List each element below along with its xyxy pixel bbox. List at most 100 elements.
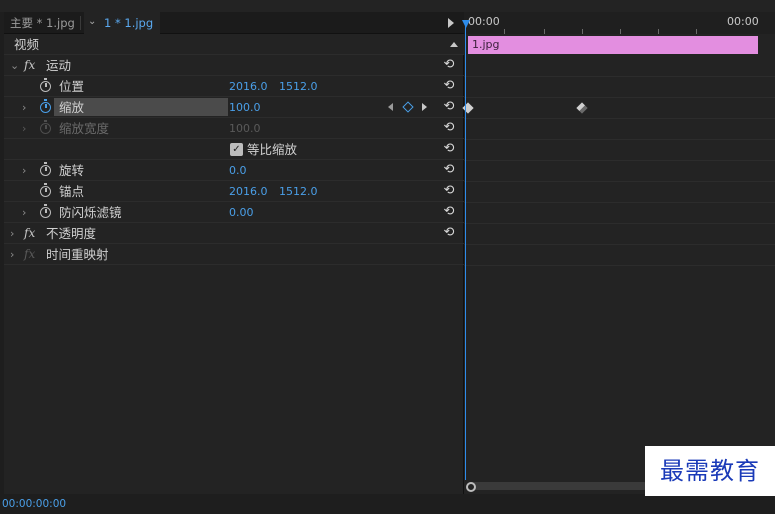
- keyframe-diamond-icon[interactable]: [576, 102, 588, 114]
- reset-icon[interactable]: ⟲: [442, 142, 456, 156]
- watermark: 最需教育: [645, 446, 775, 496]
- stopwatch-icon[interactable]: [40, 78, 51, 92]
- fx-icon[interactable]: fx: [24, 55, 35, 76]
- tab-main-sequence[interactable]: 主要 * 1.jpg: [10, 12, 75, 34]
- effect-row-motion[interactable]: ⌄ fx 运动 ⟲: [4, 55, 464, 76]
- fx-icon[interactable]: fx: [24, 223, 35, 244]
- property-label-rotation: 旋转: [59, 163, 85, 178]
- effect-row-opacity[interactable]: › fx 不透明度 ⟲: [4, 223, 464, 244]
- window-top-strip: [0, 0, 775, 12]
- stopwatch-icon[interactable]: [40, 204, 51, 218]
- stopwatch-icon: [40, 120, 51, 134]
- previous-keyframe-icon[interactable]: [388, 103, 393, 111]
- ruler-tick: [620, 29, 621, 34]
- lane-divider: [464, 202, 775, 203]
- add-keyframe-icon[interactable]: [402, 101, 414, 113]
- effect-label-time-remap: 时间重映射: [46, 247, 109, 262]
- property-row-rotation: › 旋转 0.0 ⟲: [4, 160, 464, 181]
- stopwatch-icon[interactable]: [40, 183, 51, 197]
- lane-divider: [464, 223, 775, 224]
- fx-icon: fx: [24, 247, 36, 261]
- panel-tabbar: 主要 * 1.jpg ⌄ 1 * 1.jpg: [4, 12, 464, 34]
- position-x-value[interactable]: 2016.0: [229, 76, 268, 97]
- anchor-y-value[interactable]: 1512.0: [279, 181, 318, 202]
- reset-icon[interactable]: ⟲: [442, 58, 456, 72]
- chevron-right-icon: ›: [22, 122, 27, 135]
- property-row-scale-width: › 缩放宽度 100.0 ⟲: [4, 118, 464, 139]
- ruler-tick: [582, 29, 583, 34]
- ruler-end-label: 00:00: [727, 15, 759, 28]
- property-label-scale-width: 缩放宽度: [59, 121, 110, 136]
- property-row-uniform-scale: ✓ 等比缩放 ⟲: [4, 139, 464, 160]
- property-row-position: 位置 2016.0 1512.0 ⟲: [4, 76, 464, 97]
- play-only-clip-button[interactable]: [448, 18, 454, 28]
- next-keyframe-icon[interactable]: [422, 103, 427, 111]
- effect-timeline[interactable]: 00:00 00:00 1.jpg: [462, 12, 775, 494]
- flicker-value[interactable]: 0.00: [229, 202, 254, 223]
- time-ruler[interactable]: 00:00 00:00: [464, 12, 775, 34]
- timeline-zoom-scrollbar[interactable]: [468, 482, 648, 490]
- stopwatch-icon[interactable]: [40, 99, 51, 113]
- ruler-tick: [544, 29, 545, 34]
- video-section-header: 视频: [4, 34, 464, 55]
- chevron-right-icon[interactable]: ›: [22, 202, 26, 223]
- tab-divider: [80, 16, 81, 30]
- ruler-tick: [504, 29, 505, 34]
- effect-controls-panel: 主要 * 1.jpg ⌄ 1 * 1.jpg 视频 ⌄ fx 运动 ⟲ 位置 2…: [4, 12, 464, 494]
- uniform-scale-label: 等比缩放: [247, 142, 298, 157]
- lane-divider: [464, 97, 775, 98]
- reset-icon[interactable]: ⟲: [442, 163, 456, 177]
- playhead-line[interactable]: [465, 22, 466, 480]
- rotation-value[interactable]: 0.0: [229, 160, 247, 181]
- ruler-start-label: 00:00: [468, 15, 500, 28]
- reset-icon[interactable]: ⟲: [442, 121, 456, 135]
- tab-clip: 1 * 1.jpg: [104, 16, 154, 30]
- reset-icon[interactable]: ⟲: [442, 184, 456, 198]
- chevron-right-icon[interactable]: ›: [10, 223, 14, 244]
- section-title: 视频: [14, 37, 40, 52]
- chevron-right-icon[interactable]: ›: [22, 97, 26, 118]
- chevron-right-icon[interactable]: ›: [22, 160, 26, 181]
- zoom-handle[interactable]: [466, 482, 476, 492]
- clip-bar-label: 1.jpg: [472, 38, 500, 51]
- effect-row-time-remap[interactable]: › fx 时间重映射: [4, 244, 464, 265]
- chevron-down-icon: ⌄: [88, 16, 97, 27]
- chevron-down-icon[interactable]: ⌄: [10, 55, 19, 76]
- clip-selector-dropdown[interactable]: ⌄ 1 * 1.jpg: [84, 12, 160, 34]
- current-timecode[interactable]: 00:00:00:00: [2, 496, 66, 512]
- collapse-up-icon[interactable]: [450, 42, 458, 47]
- reset-icon[interactable]: ⟲: [442, 205, 456, 219]
- property-label-flicker: 防闪烁滤镜: [59, 205, 122, 220]
- ruler-tick: [658, 29, 659, 34]
- property-row-flicker: › 防闪烁滤镜 0.00 ⟲: [4, 202, 464, 223]
- lane-divider: [464, 244, 775, 245]
- stopwatch-icon[interactable]: [40, 162, 51, 176]
- playhead-marker-icon[interactable]: [462, 20, 470, 28]
- property-label-scale: 缩放: [59, 100, 85, 115]
- reset-icon[interactable]: ⟲: [442, 79, 456, 93]
- scale-width-value: 100.0: [229, 122, 261, 135]
- watermark-text: 最需教育: [660, 457, 760, 485]
- property-row-scale: › 缩放 100.0 ⟲: [4, 97, 464, 118]
- ruler-tick: [696, 29, 697, 34]
- scale-value[interactable]: 100.0: [229, 97, 261, 118]
- lane-divider: [464, 76, 775, 77]
- lane-divider: [464, 265, 775, 266]
- effect-label-motion: 运动: [46, 58, 72, 73]
- footer-bar: [0, 494, 775, 514]
- clip-bar[interactable]: 1.jpg: [468, 36, 758, 54]
- uniform-scale-checkbox[interactable]: ✓: [230, 143, 243, 156]
- property-row-anchor: 锚点 2016.0 1512.0 ⟲: [4, 181, 464, 202]
- effect-label-opacity: 不透明度: [46, 226, 97, 241]
- lane-divider: [464, 118, 775, 119]
- lane-divider: [464, 139, 775, 140]
- reset-icon[interactable]: ⟲: [442, 100, 456, 114]
- property-label-anchor: 锚点: [59, 184, 85, 199]
- reset-icon[interactable]: ⟲: [442, 226, 456, 240]
- chevron-right-icon[interactable]: ›: [10, 244, 14, 265]
- lane-divider: [464, 160, 775, 161]
- lane-divider: [464, 181, 775, 182]
- anchor-x-value[interactable]: 2016.0: [229, 181, 268, 202]
- property-label-position: 位置: [59, 79, 85, 94]
- position-y-value[interactable]: 1512.0: [279, 76, 318, 97]
